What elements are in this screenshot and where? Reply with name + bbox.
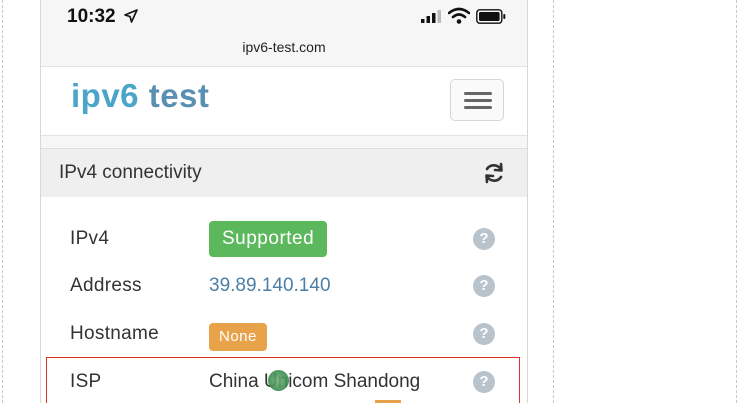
row-label: Address	[70, 275, 142, 296]
page-guide-left	[2, 0, 3, 403]
row-label: Hostname	[70, 323, 159, 344]
ip-address-value[interactable]: 39.89.140.140	[209, 275, 331, 297]
ipv4-connectivity-panel-body: IPv4 Supported ? Address 39.89.140.140 ?…	[41, 197, 527, 403]
table-row-ipv4: IPv4 Supported ?	[41, 218, 527, 264]
phone-screen: 10:32 ipv6-test.com ipv6 test IPv4 conne…	[40, 0, 528, 403]
status-bar: 10:32	[41, 0, 527, 36]
help-icon[interactable]: ?	[473, 323, 495, 345]
signal-icon	[421, 10, 441, 23]
refresh-icon[interactable]	[482, 161, 506, 185]
address-bar[interactable]: ipv6-test.com	[41, 36, 527, 66]
table-row-address: Address 39.89.140.140 ?	[41, 265, 527, 311]
logo-part-ipv6: ipv6	[71, 77, 140, 114]
status-badge-none: None	[209, 323, 267, 351]
wifi-icon	[448, 7, 470, 24]
row-label: IPv4	[70, 228, 110, 249]
status-time: 10:32	[67, 6, 116, 27]
help-icon[interactable]: ?	[473, 228, 495, 250]
panel-title: IPv4 connectivity	[59, 162, 202, 183]
status-badge-supported: Supported	[209, 221, 328, 257]
location-arrow-icon	[124, 9, 138, 23]
help-icon[interactable]: ?	[473, 275, 495, 297]
site-logo[interactable]: ipv6 test	[71, 77, 209, 115]
table-row-hostname: Hostname None ?	[41, 313, 527, 359]
ipv4-connectivity-panel-header: IPv4 connectivity	[41, 148, 527, 198]
battery-icon	[476, 9, 506, 24]
hamburger-menu-icon	[464, 92, 492, 95]
address-bar-url: ipv6-test.com	[242, 39, 326, 55]
site-header: ipv6 test	[41, 66, 527, 136]
touch-cursor-icon	[268, 370, 289, 391]
hamburger-menu-button[interactable]	[450, 79, 504, 121]
logo-part-test: test	[139, 77, 210, 114]
page-guide-right	[553, 0, 554, 403]
